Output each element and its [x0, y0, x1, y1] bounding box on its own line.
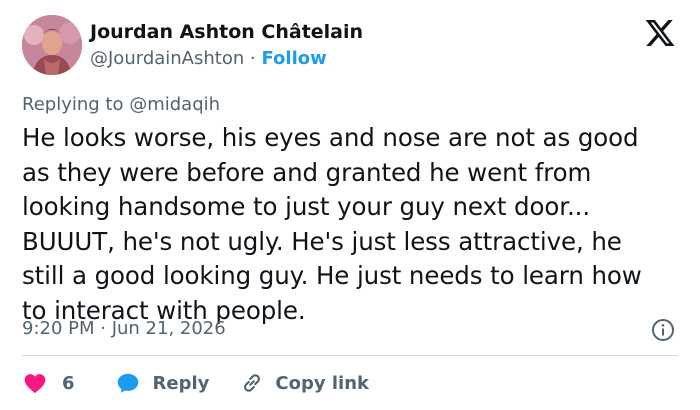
heart-icon	[24, 374, 46, 394]
x-logo-icon[interactable]	[643, 17, 677, 49]
tweet-text: He looks worse, his eyes and nose are no…	[22, 123, 642, 325]
info-icon[interactable]	[651, 318, 675, 342]
like-button[interactable]: 6	[22, 370, 75, 396]
tweet-timestamp[interactable]: 9:20 PM · Jun 21, 2026	[22, 318, 226, 339]
reply-button[interactable]: Reply	[115, 370, 210, 396]
avatar[interactable]	[22, 15, 82, 75]
like-count: 6	[62, 372, 75, 394]
reply-mention-link[interactable]: @midaqih	[129, 94, 220, 115]
link-icon	[244, 374, 261, 392]
action-bar: 6 Reply Copy link	[22, 368, 369, 398]
avatar-image	[22, 15, 82, 75]
reply-context: Replying to @midaqih	[22, 94, 220, 115]
speech-bubble-icon	[117, 373, 138, 393]
follow-button[interactable]: Follow	[261, 48, 326, 69]
author-meta: @JourdainAshton · Follow	[90, 48, 327, 69]
copy-link-label: Copy link	[275, 372, 369, 394]
divider	[22, 355, 678, 356]
reply-label: Reply	[152, 372, 210, 394]
separator-dot: ·	[250, 48, 256, 69]
reply-prefix: Replying to	[22, 94, 130, 115]
author-handle[interactable]: @JourdainAshton	[90, 48, 244, 69]
copy-link-button[interactable]: Copy link	[239, 370, 369, 396]
author-name[interactable]: Jourdan Ashton Châtelain	[90, 21, 363, 43]
